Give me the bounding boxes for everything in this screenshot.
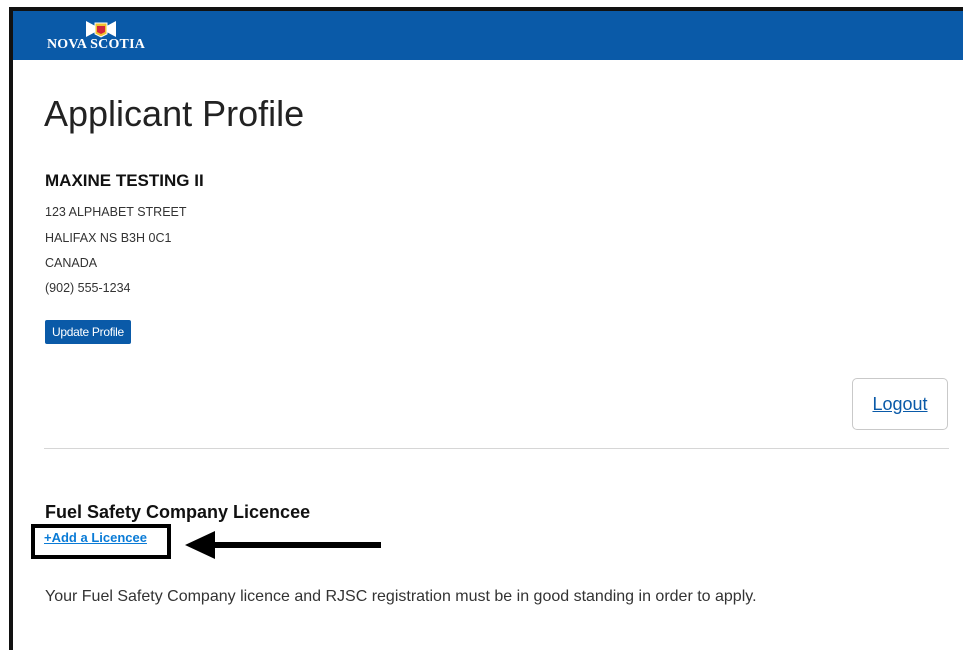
nova-scotia-logo[interactable]: NOVA SCOTIA: [47, 19, 167, 55]
page-title: Applicant Profile: [44, 93, 305, 134]
address-country: CANADA: [45, 256, 98, 270]
profile-name: MAXINE TESTING II: [45, 171, 204, 190]
licencee-section-heading: Fuel Safety Company Licencee: [45, 502, 311, 522]
section-divider: [44, 448, 949, 449]
address-city: HALIFAX NS B3H 0C1: [45, 231, 172, 245]
add-licencee-link[interactable]: +Add a Licencee: [44, 530, 147, 545]
logout-button[interactable]: Logout: [852, 378, 948, 430]
update-profile-button[interactable]: Update Profile: [45, 320, 131, 344]
header-bar: NOVA SCOTIA: [13, 11, 963, 60]
address-phone: (902) 555-1234: [45, 281, 131, 295]
nova-scotia-flag-icon: [86, 21, 116, 38]
address-street: 123 ALPHABET STREET: [45, 205, 187, 219]
licence-requirement-notice: Your Fuel Safety Company licence and RJS…: [45, 588, 757, 605]
browser-frame: NOVA SCOTIA Applicant Profile MAXINE TES…: [9, 7, 963, 650]
left-arrow-icon: [185, 531, 381, 559]
logo-text: NOVA SCOTIA: [47, 37, 146, 52]
logout-link[interactable]: Logout: [872, 394, 927, 415]
